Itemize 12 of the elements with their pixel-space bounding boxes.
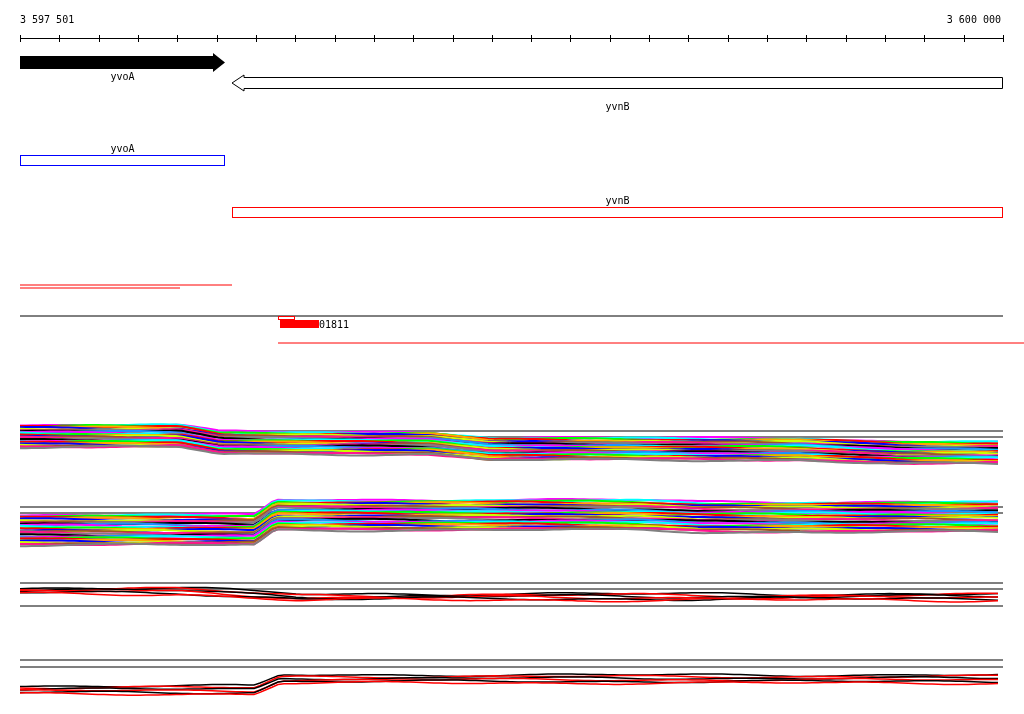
ruler-start-label: 3 597 501 [20, 14, 75, 25]
annotation-box[interactable] [232, 207, 1003, 218]
feature-label: 01811 [319, 319, 350, 330]
gene-label: yvnB [605, 101, 630, 112]
annotation-label: yvoA [110, 143, 135, 154]
gene-arrow[interactable] [231, 74, 1003, 92]
annotation-label: yvnB [605, 195, 630, 206]
feature-marker [278, 316, 295, 320]
gene-arrow[interactable] [20, 53, 225, 72]
ruler-end-label: 3 600 000 [946, 14, 1001, 25]
annotation-box[interactable] [20, 155, 225, 166]
gene-label: yvoA [110, 71, 135, 82]
